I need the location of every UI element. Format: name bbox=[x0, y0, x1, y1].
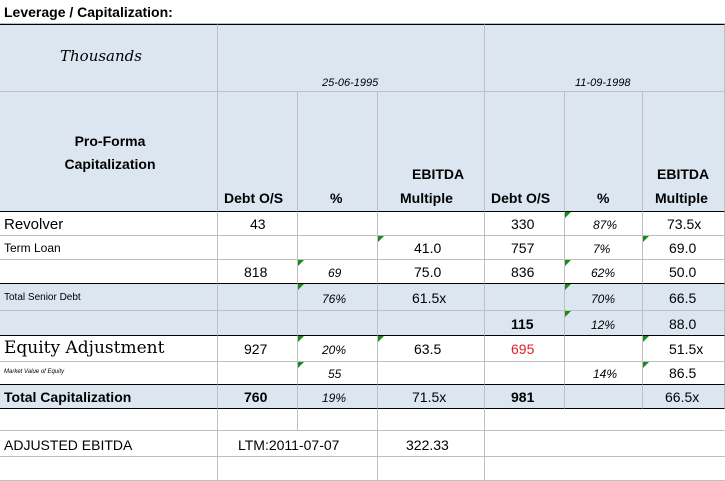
header-ebitda-label-2: EBITDA bbox=[657, 166, 710, 182]
units-label: Thousands bbox=[60, 47, 142, 65]
ltm-date: LTM:2011-07-07 bbox=[238, 437, 340, 453]
footer-empty-cell bbox=[485, 431, 725, 457]
header-debt-1: Debt O/S bbox=[218, 92, 298, 212]
footer-value-cell: 322.33 bbox=[378, 431, 485, 457]
table-cell: 7% bbox=[565, 236, 643, 260]
date-cell-1: 25-06-1995 bbox=[218, 24, 485, 92]
date-2: 11-09-1998 bbox=[575, 77, 631, 89]
footer-ltm-cell: LTM:2011-07-07 bbox=[218, 431, 378, 457]
header-ebitda-1: EBITDA Multiple bbox=[378, 92, 485, 212]
header-pct-2: % bbox=[565, 92, 643, 212]
title-row: Leverage / Capitalization: bbox=[0, 0, 725, 24]
table-cell bbox=[298, 211, 378, 236]
table-cell bbox=[378, 311, 485, 336]
table-cell: 41.0 bbox=[378, 236, 485, 260]
table-cell: 76% bbox=[298, 283, 378, 311]
empty-cell bbox=[0, 457, 218, 481]
table-cell: 69.0 bbox=[643, 236, 725, 260]
table-cell: 330 bbox=[485, 211, 565, 236]
table-cell: 73.5x bbox=[643, 211, 725, 236]
table-cell: 70% bbox=[565, 283, 643, 311]
spacer-cell bbox=[298, 409, 378, 431]
table-cell: 695 bbox=[485, 336, 565, 362]
table-row-label: Total Capitalization bbox=[0, 384, 218, 409]
date-1: 25-06-1995 bbox=[322, 77, 379, 89]
adjusted-ebitda-value: 322.33 bbox=[406, 437, 449, 453]
sheet-title: Leverage / Capitalization: bbox=[4, 4, 173, 20]
table-cell: 61.5x bbox=[378, 283, 485, 311]
empty-cell bbox=[218, 457, 378, 481]
adjusted-ebitda-label: ADJUSTED EBITDA bbox=[4, 437, 133, 453]
table-cell bbox=[298, 236, 378, 260]
table-cell: 75.0 bbox=[378, 260, 485, 284]
header-multiple-label-2: Multiple bbox=[655, 190, 708, 206]
section-label: Pro-Forma Capitalization bbox=[64, 133, 156, 172]
table-cell: 66.5x bbox=[643, 384, 725, 409]
table-cell: 927 bbox=[218, 336, 298, 362]
capitalization-table: Leverage / Capitalization: Thousands 25-… bbox=[0, 0, 725, 481]
header-debt-label-2: Debt O/S bbox=[491, 190, 551, 206]
table-row-label: Term Loan bbox=[0, 236, 218, 260]
spacer-cell bbox=[485, 409, 725, 431]
empty-cell bbox=[485, 457, 725, 481]
table-cell: 66.5 bbox=[643, 283, 725, 311]
table-cell bbox=[218, 362, 298, 385]
header-debt-2: Debt O/S bbox=[485, 92, 565, 212]
section-header-cell: Pro-Forma Capitalization bbox=[0, 92, 218, 212]
header-ebitda-2: EBITDA Multiple bbox=[643, 92, 725, 212]
header-ebitda-label-1: EBITDA bbox=[412, 166, 465, 182]
header-debt-label-1: Debt O/S bbox=[224, 190, 284, 206]
table-cell: 86.5 bbox=[643, 362, 725, 385]
table-cell: 836 bbox=[485, 260, 565, 284]
table-row-label: Market Value of Equity bbox=[0, 362, 218, 385]
table-cell: 818 bbox=[218, 260, 298, 284]
header-pct-1: % bbox=[298, 92, 378, 212]
table-cell bbox=[218, 311, 298, 336]
table-cell: 87% bbox=[565, 211, 643, 236]
table-cell bbox=[218, 236, 298, 260]
table-cell bbox=[565, 384, 643, 409]
empty-cell bbox=[378, 457, 485, 481]
table-cell bbox=[218, 283, 298, 311]
table-cell bbox=[485, 362, 565, 385]
table-cell: 69 bbox=[298, 260, 378, 284]
table-cell: 12% bbox=[565, 311, 643, 336]
table-cell: 55 bbox=[298, 362, 378, 385]
table-cell: 62% bbox=[565, 260, 643, 284]
spacer-cell bbox=[0, 409, 218, 431]
table-cell: 51.5x bbox=[643, 336, 725, 362]
table-cell: 63.5 bbox=[378, 336, 485, 362]
table-cell: 71.5x bbox=[378, 384, 485, 409]
table-cell: 760 bbox=[218, 384, 298, 409]
table-row-label: Equity Adjustment bbox=[0, 336, 218, 362]
table-cell: 43 bbox=[218, 211, 298, 236]
table-row-label bbox=[0, 311, 218, 336]
table-cell: 115 bbox=[485, 311, 565, 336]
table-cell: 20% bbox=[298, 336, 378, 362]
header-pct-label-1: % bbox=[330, 190, 343, 206]
table-cell: 981 bbox=[485, 384, 565, 409]
table-cell bbox=[485, 283, 565, 311]
table-row-label: Revolver bbox=[0, 211, 218, 236]
table-cell bbox=[565, 336, 643, 362]
table-cell: 19% bbox=[298, 384, 378, 409]
header-pct-label-2: % bbox=[597, 190, 610, 206]
header-multiple-label-1: Multiple bbox=[400, 190, 453, 206]
table-cell bbox=[298, 311, 378, 336]
table-cell: 757 bbox=[485, 236, 565, 260]
units-cell: Thousands bbox=[0, 24, 218, 92]
table-cell: 14% bbox=[565, 362, 643, 385]
table-cell: 50.0 bbox=[643, 260, 725, 284]
table-cell: 88.0 bbox=[643, 311, 725, 336]
table-cell bbox=[378, 211, 485, 236]
footer-label-cell: ADJUSTED EBITDA bbox=[0, 431, 218, 457]
spacer-cell bbox=[378, 409, 485, 431]
spacer-cell bbox=[218, 409, 298, 431]
date-cell-2: 11-09-1998 bbox=[485, 24, 725, 92]
table-cell bbox=[378, 362, 485, 385]
table-row-label: Total Senior Debt bbox=[0, 283, 218, 311]
table-row-label bbox=[0, 260, 218, 284]
